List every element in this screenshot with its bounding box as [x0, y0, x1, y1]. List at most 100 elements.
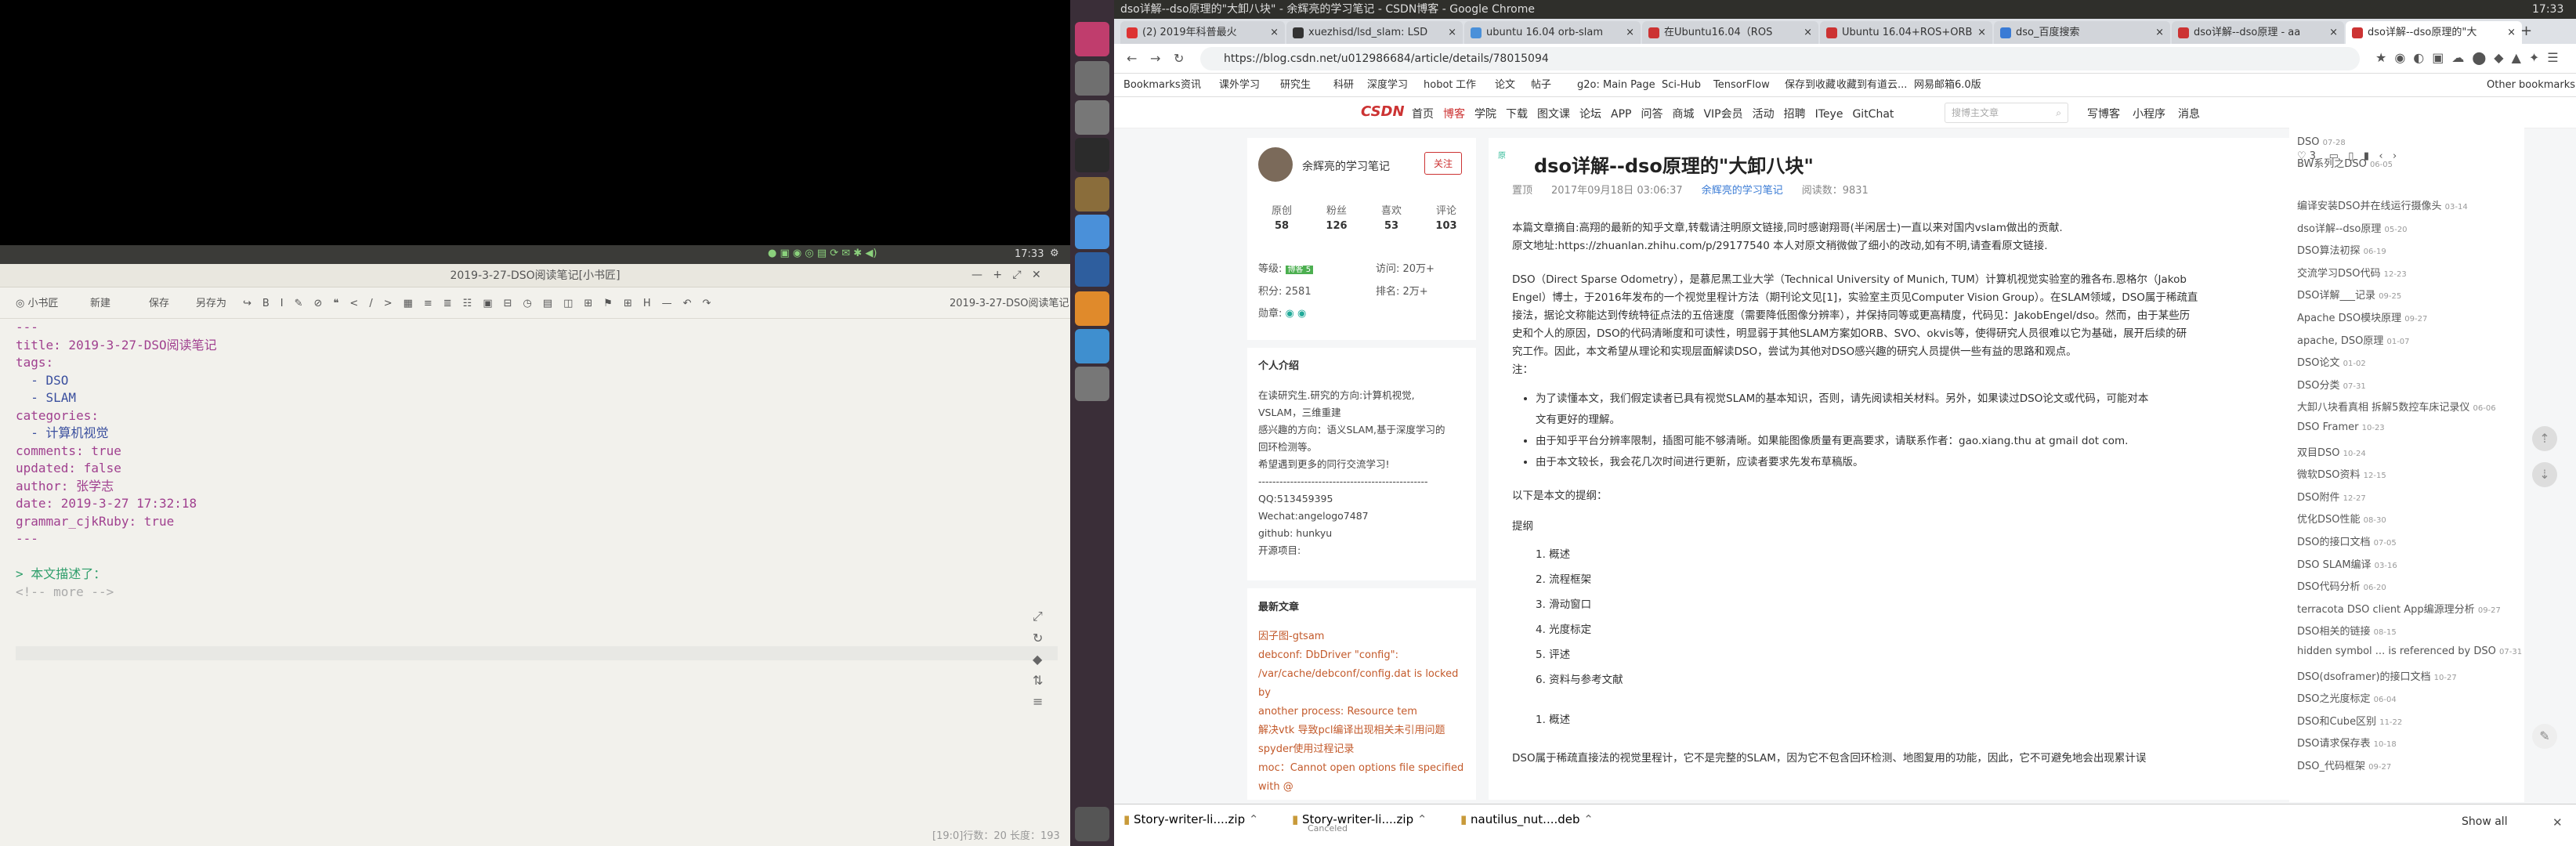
drive-icon-2[interactable]: [1075, 100, 1109, 135]
show-all-button[interactable]: Show all: [2462, 815, 2508, 828]
stat-1[interactable]: 粉丝 126: [1313, 202, 1360, 232]
chrome-icon[interactable]: [1075, 215, 1109, 249]
bookmark-6[interactable]: hobot: [1424, 74, 1453, 97]
bookmark-16[interactable]: Other bookmarks: [2487, 74, 2575, 97]
editor-content[interactable]: --- title: 2019-3-27-DSO阅读笔记 tags: - DSO -…: [16, 319, 1050, 601]
related-article-link[interactable]: DSO分类 07-31: [2297, 377, 2366, 392]
recent-article-link[interactable]: spyder使用过程记录: [1258, 740, 1474, 759]
recent-article-link[interactable]: /var/cache/debconf/config.dat is locked …: [1258, 665, 1474, 703]
tab-close-icon[interactable]: ×: [1626, 21, 1634, 44]
related-article-link[interactable]: DSO算法初探 06-19: [2297, 242, 2386, 257]
new-button[interactable]: 新建: [90, 296, 110, 312]
bookmark-0[interactable]: Bookmarks: [1123, 74, 1181, 97]
tab-1[interactable]: xuezhisd/lsd_slam: LSD ×: [1286, 21, 1463, 44]
app-icon-2[interactable]: [1075, 329, 1109, 363]
download-item[interactable]: ▮ Story-writer-li....zip ⌃: [1123, 812, 1280, 839]
drop-icon[interactable]: ◆: [1033, 652, 1056, 667]
meta-2[interactable]: 余辉亮的学习笔记: [1702, 185, 1783, 197]
related-article-link[interactable]: dso详解--dso原理 05-20: [2297, 220, 2408, 235]
related-article-link[interactable]: DSO代码分析 06-20: [2297, 578, 2386, 593]
related-article-link[interactable]: DSO请求保存表 10-18: [2297, 735, 2397, 750]
related-article-link[interactable]: terracota DSO client App编源理分析 09-27: [2297, 601, 2501, 616]
related-article-link[interactable]: DSO 07-28: [2297, 136, 2346, 148]
tab-close-icon[interactable]: ×: [2155, 21, 2164, 44]
recent-article-link[interactable]: 因子图-gtsam: [1258, 627, 1474, 646]
nav-5[interactable]: 论坛: [1579, 108, 1601, 121]
download-item[interactable]: ▮ Story-writer-li....zip ⌃ Canceled: [1292, 812, 1449, 839]
tab-3[interactable]: 在Ubuntu16.04（ROS ×: [1642, 21, 1818, 44]
new-tab-button[interactable]: +: [2520, 23, 2532, 39]
related-article-link[interactable]: DSO论文 01-02: [2297, 354, 2366, 369]
settings-icon[interactable]: ⚙: [1050, 248, 1059, 259]
ubuntu-logo-icon[interactable]: [1075, 22, 1109, 56]
app-icon[interactable]: [1075, 291, 1109, 326]
stat-2[interactable]: 喜欢 53: [1368, 202, 1415, 232]
bookmark-1[interactable]: 资讯: [1181, 74, 1201, 97]
bookmark-11[interactable]: Sci-Hub: [1662, 74, 1701, 97]
bookmark-7[interactable]: 工作: [1456, 74, 1476, 97]
follow-button[interactable]: 关注: [1424, 152, 1463, 175]
related-article-link[interactable]: DSO相关的链接 08-15: [2297, 623, 2397, 638]
chevron-up-icon[interactable]: ⌃: [1245, 812, 1259, 826]
bookmark-10[interactable]: g2o: Main Page: [1577, 74, 1655, 97]
nav-0[interactable]: 首页: [1412, 108, 1434, 121]
bookmark-9[interactable]: 帖子: [1531, 74, 1551, 97]
bookmark-13[interactable]: 保存到收藏: [1785, 74, 1836, 97]
vscode-icon[interactable]: [1075, 252, 1109, 287]
trash-icon[interactable]: [1075, 807, 1109, 841]
related-article-link[interactable]: 编译安装DSO并在线运行摄像头 03-14: [2297, 197, 2468, 212]
nav-9[interactable]: VIP会员: [1703, 108, 1742, 121]
feedback-button[interactable]: ✎: [2532, 724, 2557, 749]
tab-5[interactable]: dso_百度搜索 ×: [1994, 21, 2170, 44]
bookmark-5[interactable]: 深度学习: [1367, 74, 1408, 97]
scroll-bottom-button[interactable]: ⇣: [2532, 462, 2557, 487]
nav-3[interactable]: 下载: [1506, 108, 1528, 121]
drive-icon[interactable]: [1075, 61, 1109, 96]
tab-0[interactable]: (2) 2019年科普最火 ×: [1120, 21, 1285, 44]
related-article-link[interactable]: DSO Framer 10-23: [2297, 421, 2385, 433]
recent-article-link[interactable]: moc：Cannot open options file specified: [1258, 759, 1474, 778]
related-article-link[interactable]: apache, DSO原理 01-07: [2297, 332, 2410, 347]
tab-close-icon[interactable]: ×: [1977, 21, 1986, 44]
stat-0[interactable]: 原创 58: [1258, 202, 1305, 232]
nav-10[interactable]: 活动: [1753, 108, 1775, 121]
url-input[interactable]: https://blog.csdn.net/u012986684/article…: [1200, 47, 2360, 70]
recent-article-link[interactable]: with @: [1258, 778, 1474, 797]
related-article-link[interactable]: DSO SLAM编译 03-16: [2297, 556, 2397, 571]
format-toolbar-icons[interactable]: ↪BI✎⊘❝</>▦≡≣☷▣⊟◷▤◫⊞⚑⊞H—↶↷: [243, 296, 722, 312]
related-article-link[interactable]: 微软DSO资料 12-15: [2297, 466, 2386, 481]
outline-item[interactable]: 5. 评述: [1536, 642, 2288, 667]
document-tab-label[interactable]: 2019-3-27-DSO阅读笔记: [950, 296, 1069, 312]
bookmark-8[interactable]: 论文: [1495, 74, 1515, 97]
forward-icon[interactable]: →: [1150, 51, 1160, 66]
nav-7[interactable]: 问答: [1641, 108, 1662, 121]
related-article-link[interactable]: 交流学习DSO代码 12-23: [2297, 265, 2407, 280]
avatar[interactable]: [1258, 147, 1293, 182]
bookmark-15[interactable]: 网易邮箱6.0版: [1914, 74, 1981, 97]
bookmark-2[interactable]: 课外学习: [1219, 74, 1260, 97]
csdn-logo[interactable]: CSDN: [1361, 103, 1405, 120]
related-article-link[interactable]: Apache DSO模块原理 09-27: [2297, 309, 2427, 324]
related-article-link[interactable]: DSO之光度标定 06-04: [2297, 690, 2397, 705]
user-link-2[interactable]: 消息: [2178, 108, 2200, 121]
nav-4[interactable]: 图文课: [1537, 108, 1570, 121]
tab-close-icon[interactable]: ×: [1448, 21, 1456, 44]
sync-icon[interactable]: ⇅: [1033, 673, 1056, 688]
related-article-link[interactable]: 大卸八块看真相 拆解5数控车床记录仪 06-06: [2297, 399, 2496, 414]
bookmark-4[interactable]: 科研: [1333, 74, 1354, 97]
nav-2[interactable]: 学院: [1474, 108, 1496, 121]
outline-item[interactable]: 1. 概述: [1536, 542, 2288, 567]
related-article-link[interactable]: hidden symbol ... is referenced by DSO 0…: [2297, 645, 2522, 657]
close-shelf-icon[interactable]: ✕: [2552, 815, 2563, 830]
outline-item[interactable]: 3. 滑动窗口: [1536, 592, 2288, 617]
related-article-link[interactable]: DSO附件 12-27: [2297, 489, 2366, 504]
user-link-0[interactable]: 写博客: [2087, 108, 2120, 121]
reload-icon[interactable]: ↻: [1174, 51, 1184, 66]
tab-close-icon[interactable]: ×: [2329, 21, 2338, 44]
outline-item[interactable]: 4. 光度标定: [1536, 617, 2288, 642]
files-icon[interactable]: [1075, 177, 1109, 212]
related-article-link[interactable]: 优化DSO性能 08-30: [2297, 511, 2386, 526]
recent-article-link[interactable]: 解决vtk 导致pcl编译出现相关未引用问题: [1258, 721, 1474, 740]
tab-6[interactable]: dso详解--dso原理 - aa ×: [2172, 21, 2344, 44]
back-icon[interactable]: ←: [1127, 51, 1137, 66]
